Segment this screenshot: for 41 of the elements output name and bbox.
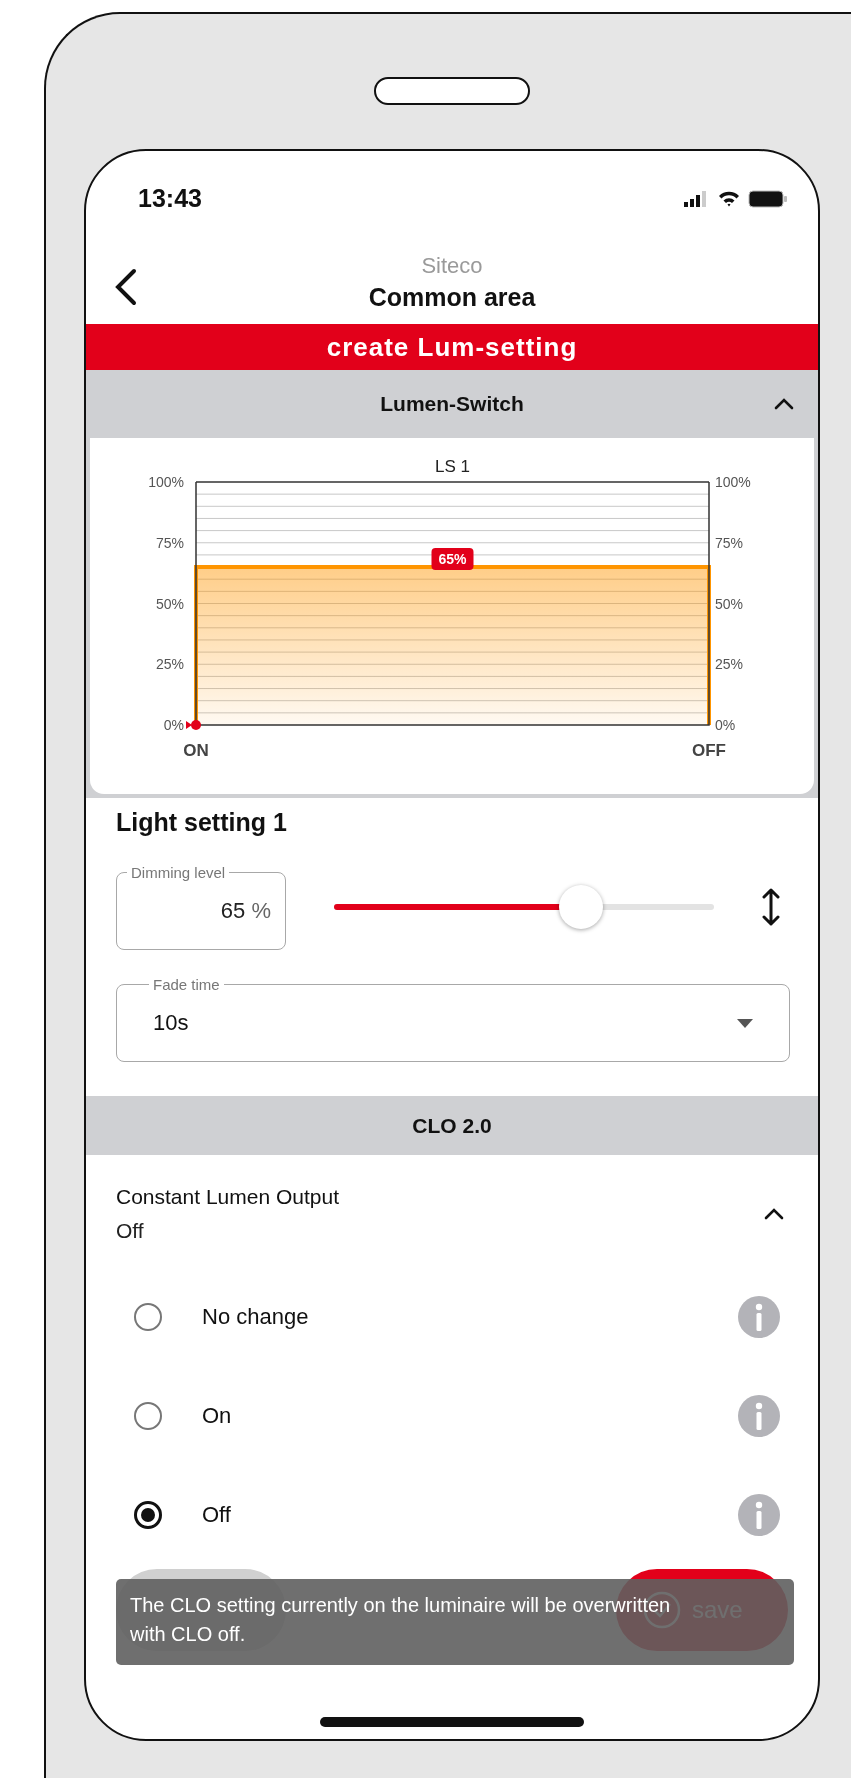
y-tick-label: 50% xyxy=(155,595,184,612)
page-banner: create Lum-setting xyxy=(86,324,818,370)
fade-time-select[interactable]: Fade time 10s xyxy=(116,976,790,1062)
option-label[interactable]: Off xyxy=(202,1501,231,1528)
section-title: CLO 2.0 xyxy=(412,1113,492,1138)
up-down-arrow-icon[interactable] xyxy=(762,887,780,927)
y-tick-label: 100% xyxy=(715,474,751,490)
start-marker[interactable] xyxy=(186,720,201,730)
section-header[interactable]: Lumen-Switch xyxy=(86,370,818,438)
chevron-icon[interactable] xyxy=(764,1208,784,1220)
setting-value: Off xyxy=(116,1219,145,1243)
chart-title: LS 1 xyxy=(435,457,470,476)
y-tick-label: 25% xyxy=(715,656,744,673)
x-axis-label: ON xyxy=(183,741,209,760)
y-tick-label: 0% xyxy=(163,717,184,733)
setting-label: Constant Lumen Output xyxy=(116,1185,339,1209)
radio-button[interactable] xyxy=(134,1401,162,1430)
option-label[interactable]: No change xyxy=(202,1303,309,1330)
chevron-icon[interactable] xyxy=(774,398,794,410)
dimming-field[interactable]: Dimming level 65 % xyxy=(116,864,286,950)
x-axis-label: OFF xyxy=(692,741,726,760)
setting-title: Light setting 1 xyxy=(116,806,288,838)
y-tick-label: 100% xyxy=(148,474,184,490)
status-time: 13:43 xyxy=(138,184,202,213)
clo-setting-row[interactable]: Constant Lumen Output Off xyxy=(86,1155,818,1267)
section-title: Lumen-Switch xyxy=(380,392,524,416)
value-badge: 65% xyxy=(431,548,474,571)
nav-subtitle: Siteco xyxy=(421,253,483,279)
radio-button[interactable] xyxy=(134,1500,162,1529)
nav-title: Common area xyxy=(368,283,536,312)
caret-icon[interactable] xyxy=(737,1018,753,1028)
radio-button[interactable] xyxy=(134,1302,162,1331)
battery-icon xyxy=(748,189,788,208)
dimming-slider[interactable] xyxy=(334,885,714,929)
option-label[interactable]: On xyxy=(202,1402,232,1429)
y-tick-label: 50% xyxy=(715,595,744,612)
wifi-icon xyxy=(718,190,740,207)
y-tick-label: 25% xyxy=(155,656,184,673)
y-tick-label: 0% xyxy=(715,717,736,733)
y-tick-label: 75% xyxy=(155,534,184,551)
y-tick-label: 75% xyxy=(715,534,744,551)
